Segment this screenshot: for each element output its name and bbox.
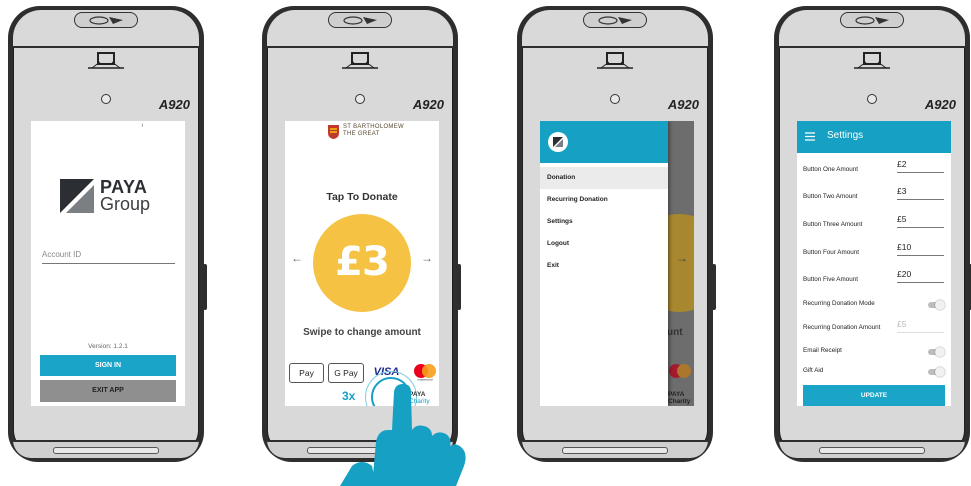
apple-pay-label: Pay <box>299 368 314 378</box>
recurring-amount-input: £5 <box>897 319 944 333</box>
recurring-mode-label: Recurring Donation Mode <box>803 300 875 307</box>
menu-screen: → unt PAYA Charity Donation Recurring Do… <box>540 121 694 406</box>
printer-icon <box>342 52 378 69</box>
printer-icon <box>597 52 633 69</box>
dimmed-swipe-text: unt <box>667 327 683 338</box>
recurring-mode-toggle[interactable] <box>928 300 945 310</box>
terminal-login: A920 ı PAYA Group Account ID Version: 1.… <box>8 6 207 462</box>
terminal-settings: A920 Settings Button One Amount £2 Butto… <box>774 6 971 462</box>
donation-amount: £3 <box>335 239 390 285</box>
printer-icon <box>854 52 890 69</box>
camera-icon <box>355 94 365 104</box>
terminal-bottom <box>522 440 708 458</box>
printer-icon <box>88 52 124 69</box>
settings-screen: Settings Button One Amount £2 Button Two… <box>797 121 951 406</box>
button-two-label: Button Two Amount <box>803 193 858 200</box>
church-name: ST BARTHOLOMEW THE GREAT <box>343 124 404 138</box>
church-name-line1: ST BARTHOLOMEW <box>343 124 404 130</box>
dimmed-charity-word1: PAYA <box>668 391 685 398</box>
terminal-menu: A920 → unt PAYA Charity Donation Recurri… <box>517 6 716 462</box>
exit-app-button[interactable]: EXIT APP <box>40 380 176 402</box>
menu-item-logout[interactable]: Logout <box>540 233 668 255</box>
status-mark: ı <box>141 123 143 129</box>
terminal-bottom <box>779 440 965 458</box>
model-label: A920 <box>924 97 956 112</box>
mastercard-logo: mastercard <box>414 364 436 382</box>
tap-to-donate-label: Tap To Donate <box>326 191 398 203</box>
button-three-input[interactable]: £5 <box>897 214 944 228</box>
update-button[interactable]: UPDATE <box>803 385 945 406</box>
dimmed-mastercard-logo <box>669 364 691 378</box>
menu-item-settings[interactable]: Settings <box>540 211 668 233</box>
account-id-input[interactable]: Account ID <box>42 249 175 264</box>
side-button <box>203 264 207 310</box>
gift-aid-label: Gift Aid <box>803 367 824 374</box>
next-amount-arrow-icon[interactable]: → <box>421 251 433 265</box>
previous-amount-arrow-icon[interactable]: ← <box>291 251 303 265</box>
navigation-drawer: Donation Recurring Donation Settings Log… <box>540 121 668 406</box>
camera-icon <box>610 94 620 104</box>
version-label: Version: 1.2.1 <box>88 343 128 350</box>
terminal-bottom <box>13 440 199 458</box>
menu-item-recurring-donation[interactable]: Recurring Donation <box>540 189 668 211</box>
google-pay-logo: G Pay <box>328 363 364 383</box>
login-screen: ı PAYA Group Account ID Version: 1.2.1 S… <box>31 121 185 406</box>
nfc-reader-icon <box>74 12 138 28</box>
dimmed-arrow-icon: → <box>676 251 688 265</box>
button-four-input[interactable]: £10 <box>897 242 944 256</box>
button-one-input[interactable]: £2 <box>897 159 944 173</box>
donate-screen: ST BARTHOLOMEW THE GREAT Tap To Donate ←… <box>285 121 439 406</box>
model-label: A920 <box>667 97 699 112</box>
button-four-label: Button Four Amount <box>803 249 860 256</box>
paya-logo-icon <box>548 132 568 152</box>
settings-title: Settings <box>827 130 864 141</box>
side-button <box>457 264 461 310</box>
tapping-hand-icon <box>340 384 466 486</box>
email-receipt-toggle[interactable] <box>928 347 945 357</box>
drawer-header <box>540 121 668 163</box>
menu-item-donation[interactable]: Donation <box>540 167 668 189</box>
model-label: A920 <box>412 97 444 112</box>
gift-aid-toggle[interactable] <box>928 367 945 377</box>
recurring-amount-label: Recurring Donation Amount <box>803 324 881 331</box>
model-label: A920 <box>158 97 190 112</box>
button-three-label: Button Three Amount <box>803 221 863 228</box>
button-five-input[interactable]: £20 <box>897 269 944 283</box>
side-button <box>712 264 716 310</box>
hamburger-menu-icon[interactable] <box>805 132 815 141</box>
email-receipt-label: Email Receipt <box>803 347 842 354</box>
paya-group-logo: PAYA Group <box>60 177 160 217</box>
button-two-input[interactable]: £3 <box>897 186 944 200</box>
sign-in-button[interactable]: SIGN IN <box>40 355 176 376</box>
camera-icon <box>101 94 111 104</box>
dimmed-charity-word2: Charity <box>668 398 691 405</box>
paya-logo-icon <box>60 179 94 213</box>
mastercard-text: mastercard <box>417 378 432 382</box>
button-one-label: Button One Amount <box>803 166 858 173</box>
nfc-reader-icon <box>328 12 392 28</box>
church-crest-icon <box>328 125 339 139</box>
church-name-line2: THE GREAT <box>343 131 380 137</box>
logo-word-group: Group <box>100 194 151 214</box>
button-five-label: Button Five Amount <box>803 276 858 283</box>
swipe-hint: Swipe to change amount <box>303 327 421 338</box>
apple-pay-logo: Pay <box>289 363 324 383</box>
dimmed-charity-logo: PAYA Charity <box>668 391 690 405</box>
donation-amount-button[interactable]: £3 <box>313 214 411 312</box>
camera-icon <box>867 94 877 104</box>
menu-item-exit[interactable]: Exit <box>540 255 668 277</box>
nfc-reader-icon <box>583 12 647 28</box>
settings-app-bar: Settings <box>797 121 951 153</box>
nfc-reader-icon <box>840 12 904 28</box>
